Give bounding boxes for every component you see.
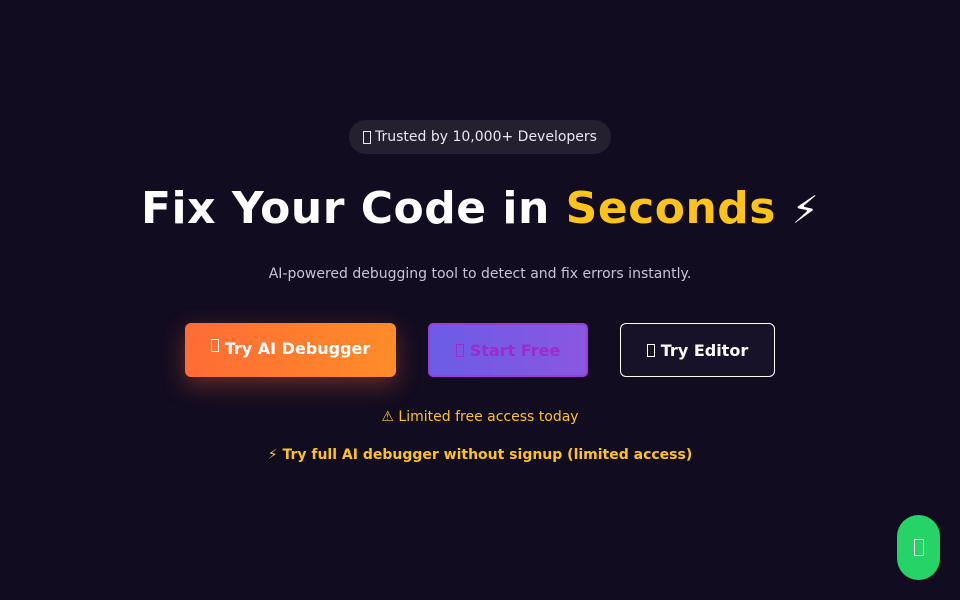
start-icon	[455, 343, 464, 357]
hero-subtitle: AI-powered debugging tool to detect and …	[268, 266, 692, 282]
limited-access-notice: ⚠ Limited free access today	[381, 409, 579, 425]
debugger-icon	[210, 339, 219, 352]
editor-icon	[646, 343, 655, 357]
headline-accent: Seconds	[565, 183, 776, 234]
start-free-button[interactable]: Start Free	[428, 323, 588, 377]
start-label: Start Free	[469, 340, 561, 360]
debugger-label: Try AI Debugger	[224, 339, 371, 358]
try-ai-debugger-button[interactable]: Try AI Debugger	[185, 323, 396, 377]
headline-text: Fix Your Code in	[140, 183, 550, 234]
no-signup-link[interactable]: ⚡ Try full AI debugger without signup (l…	[0, 447, 960, 463]
chat-icon	[913, 539, 924, 556]
lightning-icon: ⚡	[791, 188, 819, 232]
hero-headline: Fix Your Code in Seconds ⚡	[0, 183, 960, 234]
try-editor-button[interactable]: Try Editor	[620, 323, 775, 377]
chat-button[interactable]	[897, 515, 940, 580]
landing-page: Trusted by 10,000+ Developers Fix Your C…	[0, 0, 960, 600]
badge-icon	[363, 130, 372, 144]
trusted-badge: Trusted by 10,000+ Developers	[349, 120, 611, 154]
editor-label: Try Editor	[660, 340, 749, 360]
badge-text: Trusted by 10,000+ Developers	[375, 129, 597, 145]
